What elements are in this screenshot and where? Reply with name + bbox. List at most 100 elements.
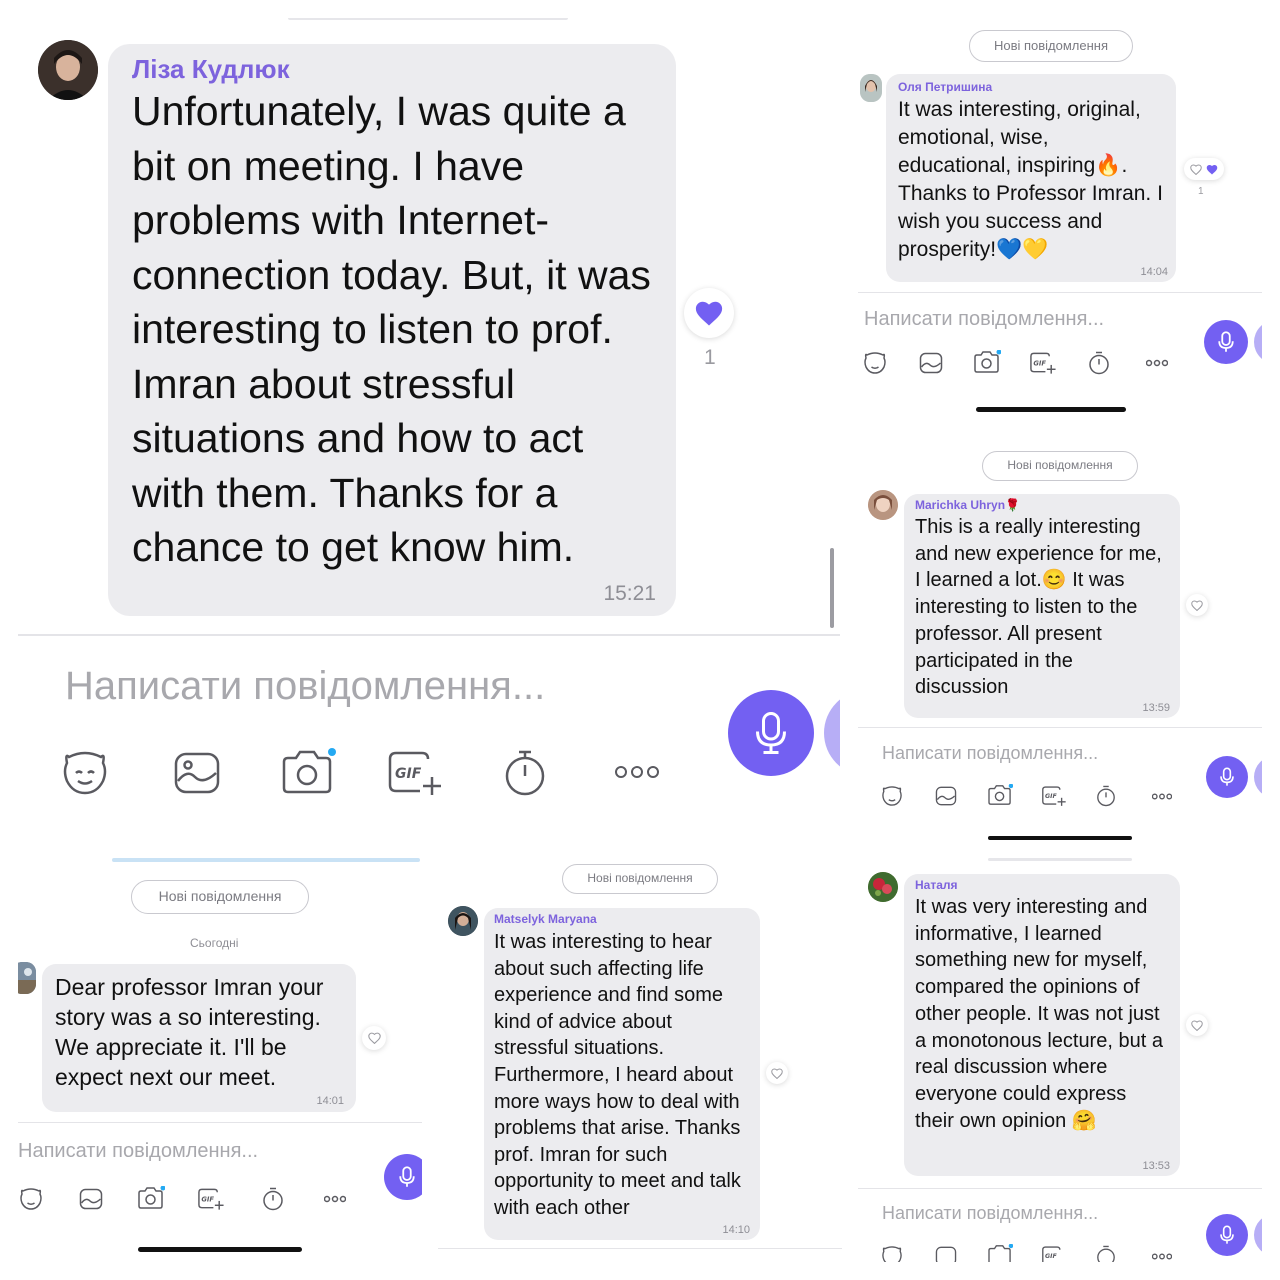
- gif-icon[interactable]: GIF: [1040, 784, 1068, 808]
- camera-icon[interactable]: [986, 782, 1014, 808]
- input-divider: [858, 1188, 1262, 1189]
- camera-icon[interactable]: [972, 348, 1002, 376]
- new-messages-banner: Нові повідомлення: [562, 864, 718, 894]
- scrollbar[interactable]: [830, 548, 834, 628]
- more-icon[interactable]: [1150, 1250, 1174, 1262]
- microphone-icon: [1220, 767, 1234, 786]
- more-icon[interactable]: [1150, 790, 1174, 802]
- avatar[interactable]: [448, 906, 478, 936]
- input-divider: [858, 727, 1262, 728]
- top-edge-indicator: [112, 858, 420, 862]
- reaction-button[interactable]: [1186, 594, 1208, 616]
- message-input[interactable]: Написати повідомлення...: [18, 1140, 258, 1163]
- chat-panel-olya: Нові повідомлення Оля Петришина It was i…: [858, 18, 1262, 422]
- message-bubble[interactable]: Ліза Кудлюк Unfortunately, I was quite a…: [108, 44, 676, 616]
- sticker-icon[interactable]: [880, 1244, 904, 1262]
- timer-icon[interactable]: [260, 1186, 286, 1212]
- message-bubble[interactable]: Наталя It was very interesting and infor…: [904, 874, 1180, 1176]
- microphone-icon: [399, 1166, 415, 1187]
- message-bubble[interactable]: Marichka Uhryn🌹 This is a really interes…: [904, 494, 1180, 718]
- reaction-button[interactable]: [1184, 158, 1224, 180]
- avatar[interactable]: [868, 490, 898, 520]
- secondary-action-button[interactable]: [1254, 1214, 1262, 1256]
- new-messages-banner: Нові повідомлення: [982, 451, 1138, 481]
- timer-icon[interactable]: [1094, 1244, 1118, 1262]
- sender-name[interactable]: Matselyk Maryana: [494, 912, 750, 926]
- sender-name[interactable]: Ліза Кудлюк: [132, 54, 652, 84]
- gallery-icon[interactable]: [918, 350, 944, 376]
- svg-text:GIF: GIF: [395, 766, 422, 782]
- avatar[interactable]: [18, 962, 36, 994]
- message-input[interactable]: Написати повідомлення...: [882, 743, 1098, 764]
- message-text: This is a really interesting and new exp…: [915, 516, 1162, 699]
- gallery-icon[interactable]: [934, 1244, 958, 1262]
- voice-message-button[interactable]: [1204, 320, 1248, 364]
- message-text: It was interesting to hear about such af…: [494, 931, 741, 1219]
- reaction-button[interactable]: [766, 1062, 788, 1084]
- voice-message-button[interactable]: [1206, 1214, 1248, 1256]
- message-text: Dear professor Imran your story was a so…: [55, 974, 324, 1090]
- gif-icon[interactable]: GIF: [386, 748, 444, 798]
- heart-outline-icon: [1190, 163, 1202, 175]
- gif-icon[interactable]: GIF: [1028, 350, 1058, 376]
- message-input[interactable]: Написати повідомлення...: [65, 664, 545, 709]
- home-indicator: [138, 1247, 302, 1252]
- sticker-icon[interactable]: [60, 748, 110, 798]
- microphone-icon: [756, 712, 786, 754]
- message-time: 13:59: [1142, 702, 1170, 714]
- reaction-button[interactable]: [684, 288, 734, 338]
- timer-icon[interactable]: [1086, 350, 1112, 376]
- voice-message-button[interactable]: [384, 1154, 422, 1200]
- home-indicator: [976, 407, 1126, 412]
- input-divider: [18, 1122, 422, 1123]
- sticker-icon[interactable]: [880, 784, 904, 808]
- more-icon[interactable]: [1144, 356, 1170, 370]
- secondary-action-button[interactable]: [824, 690, 840, 776]
- message-time: 14:01: [316, 1095, 344, 1107]
- reaction-count: 1: [704, 346, 716, 369]
- sender-name[interactable]: Marichka Uhryn🌹: [915, 498, 1170, 512]
- microphone-icon: [1220, 1225, 1234, 1244]
- avatar[interactable]: [868, 872, 898, 902]
- avatar[interactable]: [860, 74, 882, 102]
- timer-icon[interactable]: [500, 748, 550, 798]
- sender-name[interactable]: Оля Петришина: [898, 80, 1166, 94]
- secondary-action-button[interactable]: [1254, 756, 1262, 798]
- gallery-icon[interactable]: [934, 784, 958, 808]
- camera-icon[interactable]: [280, 746, 336, 798]
- message-text: It was interesting, original, emotional,…: [898, 98, 1163, 261]
- message-bubble[interactable]: Dear professor Imran your story was a so…: [42, 964, 356, 1112]
- voice-message-button[interactable]: [1206, 756, 1248, 798]
- top-edge-indicator: [988, 858, 1132, 861]
- heart-outline-icon: [367, 1032, 381, 1044]
- more-icon[interactable]: [322, 1192, 348, 1206]
- camera-icon[interactable]: [136, 1184, 166, 1212]
- message-bubble[interactable]: Matselyk Maryana It was interesting to h…: [484, 908, 760, 1240]
- timer-icon[interactable]: [1094, 784, 1118, 808]
- message-bubble[interactable]: Оля Петришина It was interesting, origin…: [886, 74, 1176, 282]
- camera-icon[interactable]: [986, 1242, 1014, 1262]
- sender-name[interactable]: Наталя: [915, 878, 1170, 892]
- gif-icon[interactable]: GIF: [196, 1186, 226, 1212]
- chat-panel-natalya: Наталя It was very interesting and infor…: [858, 858, 1262, 1262]
- more-icon[interactable]: [612, 760, 662, 784]
- message-text: Unfortunately, I was quite a bit on meet…: [132, 88, 651, 570]
- voice-message-button[interactable]: [728, 690, 814, 776]
- gallery-icon[interactable]: [78, 1186, 104, 1212]
- message-input[interactable]: Написати повідомлення...: [864, 308, 1104, 331]
- message-time: 15:21: [603, 582, 656, 605]
- chat-panel-anon: Нові повідомлення Сьогодні Dear professo…: [18, 858, 422, 1262]
- reaction-button[interactable]: [1186, 1014, 1208, 1036]
- chat-panel-marichka: Нові повідомлення Marichka Uhryn🌹 This i…: [858, 438, 1262, 842]
- sticker-icon[interactable]: [18, 1186, 44, 1212]
- message-input[interactable]: Написати повідомлення...: [882, 1203, 1098, 1224]
- sticker-icon[interactable]: [862, 350, 888, 376]
- reaction-button[interactable]: [362, 1026, 386, 1050]
- gallery-icon[interactable]: [172, 748, 222, 798]
- gif-icon[interactable]: GIF: [1040, 1244, 1068, 1262]
- message-time: 13:53: [1142, 1160, 1170, 1172]
- message-time: 14:04: [1140, 266, 1168, 278]
- secondary-action-button[interactable]: [1254, 320, 1262, 364]
- date-label: Сьогодні: [190, 936, 239, 950]
- avatar[interactable]: [38, 40, 98, 100]
